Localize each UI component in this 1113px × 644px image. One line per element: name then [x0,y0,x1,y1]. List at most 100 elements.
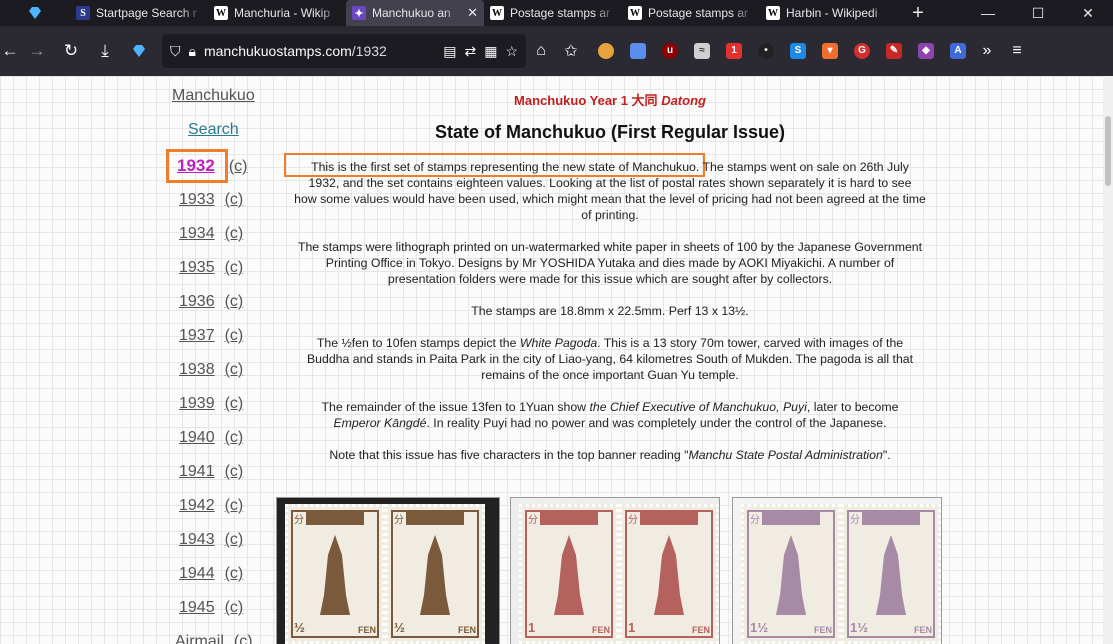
tab-title: Manchukuo an [372,6,451,20]
year-link-1936[interactable]: 1936 (c) [179,293,243,311]
bookmarks-icon[interactable]: ✩ [556,36,586,66]
tab-postage-stamps-2[interactable]: W Postage stamps ar [622,0,760,26]
tab-postage-stamps-1[interactable]: W Postage stamps ar [484,0,622,26]
stamp-banner [762,511,820,525]
stamp-value: 1½ [750,620,769,635]
year-link-1932[interactable]: 1932 (c) [177,156,247,176]
page-scrollbar[interactable] [1103,76,1113,644]
stamp-banner [640,511,698,525]
ghost-extension-icon[interactable]: • [752,37,780,65]
wikipedia-icon: W [628,6,642,20]
stamp-images: 分 ½ FEN 分 ½ FEN 分 1 FEN 分 1 FEN 分 1½ FEN 分 1½ FEN [272,497,948,644]
year-link-1935[interactable]: 1935 (c) [179,259,243,277]
wikipedia-icon: W [214,6,228,20]
cube-extension-icon[interactable]: ◆ [912,37,940,65]
ublock-icon[interactable]: u [656,37,684,65]
banner-note-paragraph: Note that this issue has five characters… [329,448,891,462]
year-link-1933[interactable]: 1933 (c) [179,191,243,209]
trash-extension-icon[interactable]: ▾ [816,37,844,65]
year-link-1945[interactable]: 1945 (c) [179,599,243,617]
year-link-1941[interactable]: 1941 (c) [179,463,243,481]
shield-icon[interactable]: ⛉ [170,43,181,60]
url-bar[interactable]: ⛉ 🔒︎ manchukuostamps.com/1932 ▤ ⇄ ▦ ☆ [162,34,526,68]
stamp: 分 ½ FEN [285,504,385,644]
g-extension-icon[interactable]: G [848,37,876,65]
extensions-bar: u ≈ 1 • S ▾ G ✎ ◆ A [592,37,972,65]
stamp: 分 1 FEN [519,504,619,644]
tab-startpage[interactable]: S Startpage Search r [70,0,208,26]
pagoda-icon [654,535,684,615]
startpage-icon: S [76,6,90,20]
printing-paragraph: The stamps were lithograph printed on un… [297,240,923,286]
year-link-1943[interactable]: 1943 (c) [179,531,243,549]
year-link-1939[interactable]: 1939 (c) [179,395,243,413]
calendar-extension-icon[interactable] [624,37,652,65]
home-icon[interactable]: ⌂ [526,36,556,66]
stamp-side-character: 分 [628,515,638,526]
year-link-1938[interactable]: 1938 (c) [179,361,243,379]
stamp-value: ½ [294,620,305,635]
stamp-pair-half-fen[interactable]: 分 ½ FEN 分 ½ FEN [276,497,500,644]
stamp: 分 ½ FEN [385,504,485,644]
pagoda-icon [420,535,450,615]
year-link-1942[interactable]: 1942 (c) [179,497,243,515]
menu-icon[interactable]: ≡ [1002,36,1032,66]
year-link-1944[interactable]: 1944 (c) [179,565,243,583]
pagoda-icon [876,535,906,615]
maximize-icon[interactable]: ☐ [1013,5,1063,22]
page-title: State of Manchukuo (First Regular Issue) [434,122,786,142]
url-text[interactable]: manchukuostamps.com/1932 [204,43,435,59]
search-link[interactable]: Search [188,121,239,139]
back-icon[interactable]: ← [0,34,20,68]
tab-title: Postage stamps ar [648,6,749,20]
stamp-value: ½ [394,620,405,635]
close-window-icon[interactable]: ✕ [1063,5,1113,22]
qr-code-icon[interactable]: ▦ [484,43,497,60]
stamp-value: 1 [628,620,636,635]
reader-view-icon[interactable]: ▤ [443,43,456,60]
year-link-1934[interactable]: 1934 (c) [179,225,243,243]
reload-icon[interactable]: ↻ [54,34,88,68]
home-link[interactable]: Manchukuo [172,87,255,105]
overflow-chevron-icon[interactable]: » [972,36,1002,66]
pen-extension-icon[interactable]: ✎ [880,37,908,65]
year-link-1937[interactable]: 1937 (c) [179,327,243,345]
stamp-value: 1½ [850,620,869,635]
download-icon[interactable]: ⤓ [88,34,122,68]
stamp-side-character: 分 [528,515,538,526]
globe-extension-icon[interactable] [592,37,620,65]
stamp-banner [862,511,920,525]
scrollbar-thumb[interactable] [1105,116,1111,186]
stamp-banner [540,511,598,525]
gem-icon[interactable] [0,0,70,26]
year-link-airmail[interactable]: Airmail (c) [175,633,253,644]
tab-manchukuo[interactable]: ✦ Manchukuo an ✕ [346,0,484,26]
navigation-toolbar: ← → ↻ ⤓ ⛉ 🔒︎ manchukuostamps.com/1932 ▤ … [0,26,1113,76]
tab-harbin[interactable]: W Harbin - Wikipedi [760,0,898,26]
pagoda-icon [776,535,806,615]
stamp-pair-one-fen[interactable]: 分 1 FEN 分 1 FEN [510,497,720,644]
stamp-side-character: 分 [750,515,760,526]
translate-icon[interactable]: ⇄ [464,43,476,60]
stamp-pair-one-half-fen[interactable]: 分 1½ FEN 分 1½ FEN [732,497,942,644]
stamp-banner [306,511,364,525]
tab-title: Harbin - Wikipedi [786,6,878,20]
tab-manchuria[interactable]: W Manchuria - Wikip [208,0,346,26]
lock-icon[interactable]: 🔒︎ [189,43,196,60]
forward-icon[interactable]: → [20,34,54,68]
translate-extension-icon[interactable]: A [944,37,972,65]
stamp-side-character: 分 [394,515,404,526]
new-tab-button[interactable]: + [898,0,938,26]
gem-extension-icon[interactable] [122,34,156,68]
tab-bar: S Startpage Search r W Manchuria - Wikip… [0,0,1113,26]
year-link-1940[interactable]: 1940 (c) [179,429,243,447]
mask-extension-icon[interactable]: ≈ [688,37,716,65]
bookmark-star-icon[interactable]: ☆ [505,43,518,60]
timer-extension-icon[interactable]: 1 [720,37,748,65]
s-extension-icon[interactable]: S [784,37,812,65]
minimize-icon[interactable]: — [963,5,1013,21]
stamp: 分 1½ FEN [841,504,941,644]
close-tab-icon[interactable]: ✕ [467,5,478,21]
size-paragraph: The stamps are 18.8mm x 22.5mm. Perf 13 … [471,304,749,318]
page-viewport: Manchukuo Search 1932 (c) 1933 (c) 1934 (c)… [0,76,1113,644]
